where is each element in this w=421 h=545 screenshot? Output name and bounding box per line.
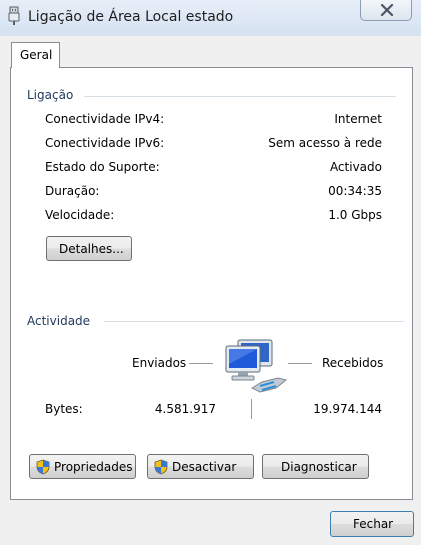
close-button[interactable]: Fechar	[330, 511, 414, 537]
details-button-label: Detalhes...	[59, 242, 124, 256]
window-close-button[interactable]	[360, 0, 412, 21]
ipv4-value: Internet	[334, 112, 382, 126]
status-dialog: Ligação de Área Local estado Geral Ligaç…	[0, 0, 421, 545]
tab-geral[interactable]: Geral	[11, 42, 60, 68]
uac-shield-icon	[154, 459, 168, 475]
bytes-label: Bytes:	[45, 402, 83, 416]
section-heading-ligacao: Ligação	[27, 88, 74, 102]
duration-label: Duração:	[45, 184, 100, 198]
ipv6-value: Sem acesso à rede	[268, 136, 382, 150]
deactivate-button[interactable]: Desactivar	[147, 454, 254, 479]
bytes-sent-value: 4.581.917	[154, 402, 216, 416]
ipv4-label: Conectividade IPv4:	[45, 112, 165, 126]
title-bar: Ligação de Área Local estado	[0, 0, 421, 36]
close-button-label: Fechar	[353, 517, 394, 531]
deactivate-button-label: Desactivar	[172, 460, 237, 474]
bytes-separator	[251, 399, 252, 419]
ipv6-label: Conectividade IPv6:	[45, 136, 165, 150]
received-connector	[288, 363, 312, 364]
received-label: Recebidos	[322, 356, 384, 370]
sent-connector	[189, 363, 213, 364]
properties-button-label: Propriedades	[54, 460, 133, 474]
section-heading-actividade: Actividade	[27, 314, 91, 328]
duration-value: 00:34:35	[328, 184, 382, 198]
bytes-received-value: 19.974.144	[313, 402, 382, 416]
uac-shield-icon	[36, 459, 50, 475]
tab-panel: Ligação Conectividade IPv4: Internet Con…	[10, 67, 413, 500]
details-button[interactable]: Detalhes...	[46, 236, 132, 261]
sent-label: Enviados	[132, 356, 187, 370]
section-divider	[84, 96, 396, 97]
tab-label: Geral	[20, 48, 53, 62]
network-adapter-icon	[8, 6, 20, 25]
network-computers-icon	[225, 339, 288, 393]
properties-button[interactable]: Propriedades	[29, 454, 136, 479]
diagnose-button[interactable]: Diagnosticar	[262, 454, 369, 479]
close-icon	[380, 4, 394, 16]
diagnose-button-label: Diagnosticar	[281, 460, 357, 474]
section-divider	[104, 321, 404, 322]
media-state-label: Estado do Suporte:	[45, 160, 160, 174]
window-title: Ligação de Área Local estado	[28, 9, 234, 25]
speed-value: 1.0 Gbps	[328, 208, 382, 222]
speed-label: Velocidade:	[45, 208, 115, 222]
media-state-value: Activado	[329, 160, 382, 174]
